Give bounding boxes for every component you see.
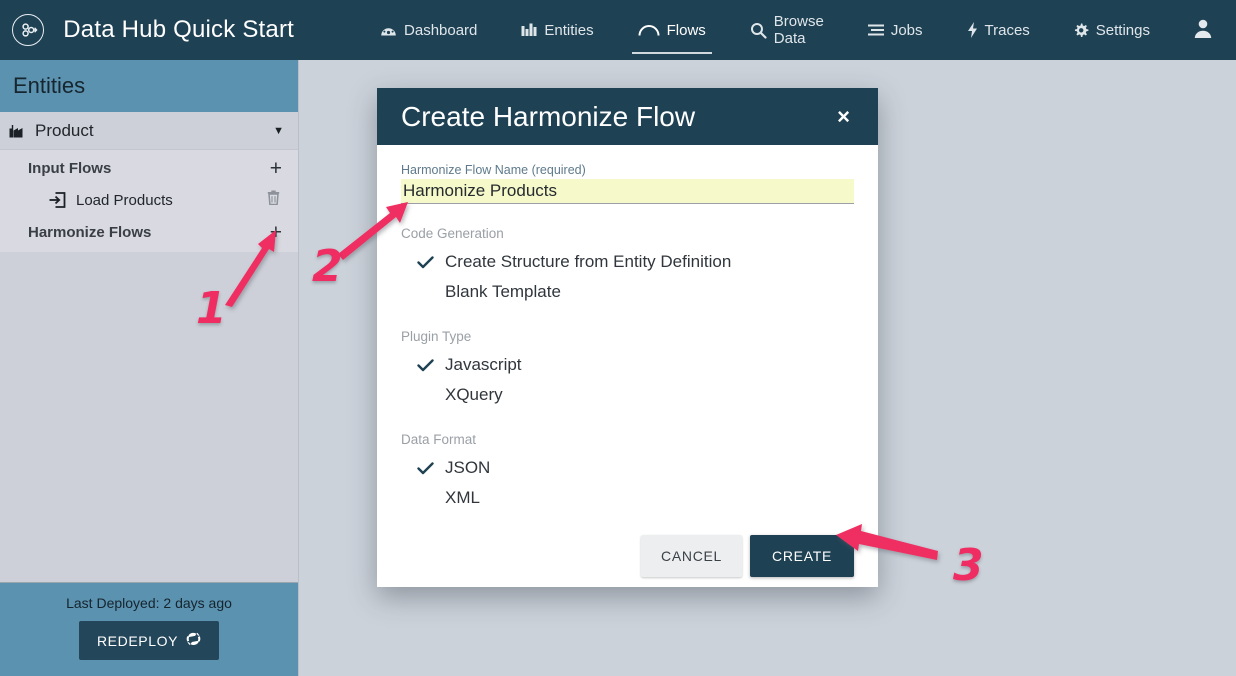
flow-item-label: Load Products — [76, 191, 173, 209]
dashboard-icon — [380, 23, 397, 38]
refresh-icon — [186, 632, 201, 649]
molecule-logo-icon — [11, 14, 44, 46]
section-title: Code Generation — [401, 226, 504, 241]
check-icon — [417, 255, 445, 269]
flow-group-label: Harmonize Flows — [28, 223, 152, 241]
create-harmonize-flow-modal: Create Harmonize Flow × Harmonize Flow N… — [377, 88, 878, 587]
nav-item-label: Browse Data — [773, 13, 824, 47]
sign-in-icon — [48, 192, 74, 208]
nav-item-label: Jobs — [890, 21, 923, 39]
option-label: XQuery — [445, 385, 503, 404]
traces-bolt-icon — [967, 22, 978, 38]
app-root: Data Hub Quick Start Dashboard Entities … — [0, 0, 1236, 676]
check-icon — [417, 358, 445, 372]
option-label: Javascript — [445, 355, 522, 374]
cancel-button[interactable]: CANCEL — [641, 535, 743, 577]
chevron-down-icon[interactable]: ▼ — [273, 125, 284, 137]
close-icon[interactable]: × — [831, 104, 856, 130]
flow-group-input-flows: Input Flows + — [0, 152, 298, 184]
section-data-format: Data Format JSON XML — [401, 432, 854, 513]
nav-item-label: Dashboard — [404, 21, 478, 39]
trash-icon[interactable] — [267, 190, 280, 210]
industry-icon — [9, 124, 31, 138]
sidebar-entity-product[interactable]: Product ▼ — [0, 112, 298, 150]
nav-item-traces[interactable]: Traces — [965, 16, 1032, 45]
nav-item-entities[interactable]: Entities — [519, 16, 595, 45]
option-label: XML — [445, 488, 480, 507]
section-title: Data Format — [401, 432, 477, 447]
option-xquery[interactable]: XQuery — [401, 380, 854, 410]
harmonize-flows-add-button[interactable]: + — [270, 222, 282, 243]
nav-item-label: Traces — [984, 21, 1030, 39]
redeploy-button[interactable]: REDEPLOY — [78, 621, 220, 660]
app-title: Data Hub Quick Start — [63, 16, 295, 43]
nav-right — [1192, 18, 1236, 43]
flow-item-load-products[interactable]: Load Products — [0, 184, 298, 216]
option-json[interactable]: JSON — [401, 453, 854, 483]
sidebar-title: Entities — [0, 60, 298, 112]
nav-item-flows[interactable]: Flows — [631, 16, 712, 54]
jobs-list-icon — [867, 24, 884, 37]
option-label: Blank Template — [445, 282, 561, 301]
gear-icon — [1074, 22, 1089, 38]
nav-item-settings[interactable]: Settings — [1072, 16, 1152, 45]
logo-container[interactable] — [0, 14, 55, 46]
flows-panel: Input Flows + Load Products Harmonize Fl… — [0, 150, 298, 252]
section-plugin-type: Plugin Type Javascript XQuery — [401, 329, 854, 410]
sidebar-body: Product ▼ Input Flows + Load Products Ha… — [0, 112, 298, 582]
option-label: JSON — [445, 458, 491, 477]
check-icon — [417, 461, 445, 475]
option-create-structure-from-entity-definition[interactable]: Create Structure from Entity Definition — [401, 247, 854, 277]
flow-group-label: Input Flows — [28, 159, 112, 177]
modal-title: Create Harmonize Flow — [401, 100, 696, 132]
top-navigation-bar: Data Hub Quick Start Dashboard Entities … — [0, 0, 1236, 60]
nav-item-label: Flows — [666, 21, 706, 39]
harmonize-flow-name-input[interactable] — [401, 179, 854, 204]
option-javascript[interactable]: Javascript — [401, 350, 854, 380]
create-button[interactable]: CREATE — [750, 535, 854, 577]
modal-body: Harmonize Flow Name (required) Code Gene… — [377, 145, 878, 577]
flow-group-harmonize-flows: Harmonize Flows + — [0, 216, 298, 248]
sidebar-footer: Last Deployed: 2 days ago REDEPLOY — [0, 582, 298, 676]
modal-header: Create Harmonize Flow × — [377, 88, 878, 145]
modal-actions: CANCEL CREATE — [401, 535, 854, 577]
option-xml[interactable]: XML — [401, 483, 854, 513]
entity-name: Product — [35, 120, 94, 140]
nav-item-dashboard[interactable]: Dashboard — [378, 16, 479, 45]
nav-item-jobs[interactable]: Jobs — [866, 16, 925, 45]
input-flows-add-button[interactable]: + — [270, 158, 282, 179]
redeploy-label: REDEPLOY — [96, 632, 179, 649]
option-label: Create Structure from Entity Definition — [445, 252, 732, 271]
user-avatar-icon[interactable] — [1192, 18, 1214, 43]
nav-item-browse-data[interactable]: Browse Data — [748, 7, 826, 53]
flows-arc-icon — [638, 23, 660, 37]
option-blank-template[interactable]: Blank Template — [401, 277, 854, 307]
entities-chart-icon — [521, 23, 537, 37]
nav-items: Dashboard Entities Flows Browse Data Job… — [378, 7, 1192, 54]
nav-item-label: Entities — [544, 21, 594, 39]
nav-item-label: Settings — [1095, 21, 1150, 39]
last-deployed-text: Last Deployed: 2 days ago — [66, 595, 232, 611]
section-title: Plugin Type — [401, 329, 472, 344]
search-icon — [750, 22, 767, 39]
section-code-generation: Code Generation Create Structure from En… — [401, 226, 854, 307]
harmonize-flow-name-label: Harmonize Flow Name (required) — [401, 163, 586, 177]
sidebar: Entities Product ▼ Input Flows + Load Pr… — [0, 60, 299, 676]
